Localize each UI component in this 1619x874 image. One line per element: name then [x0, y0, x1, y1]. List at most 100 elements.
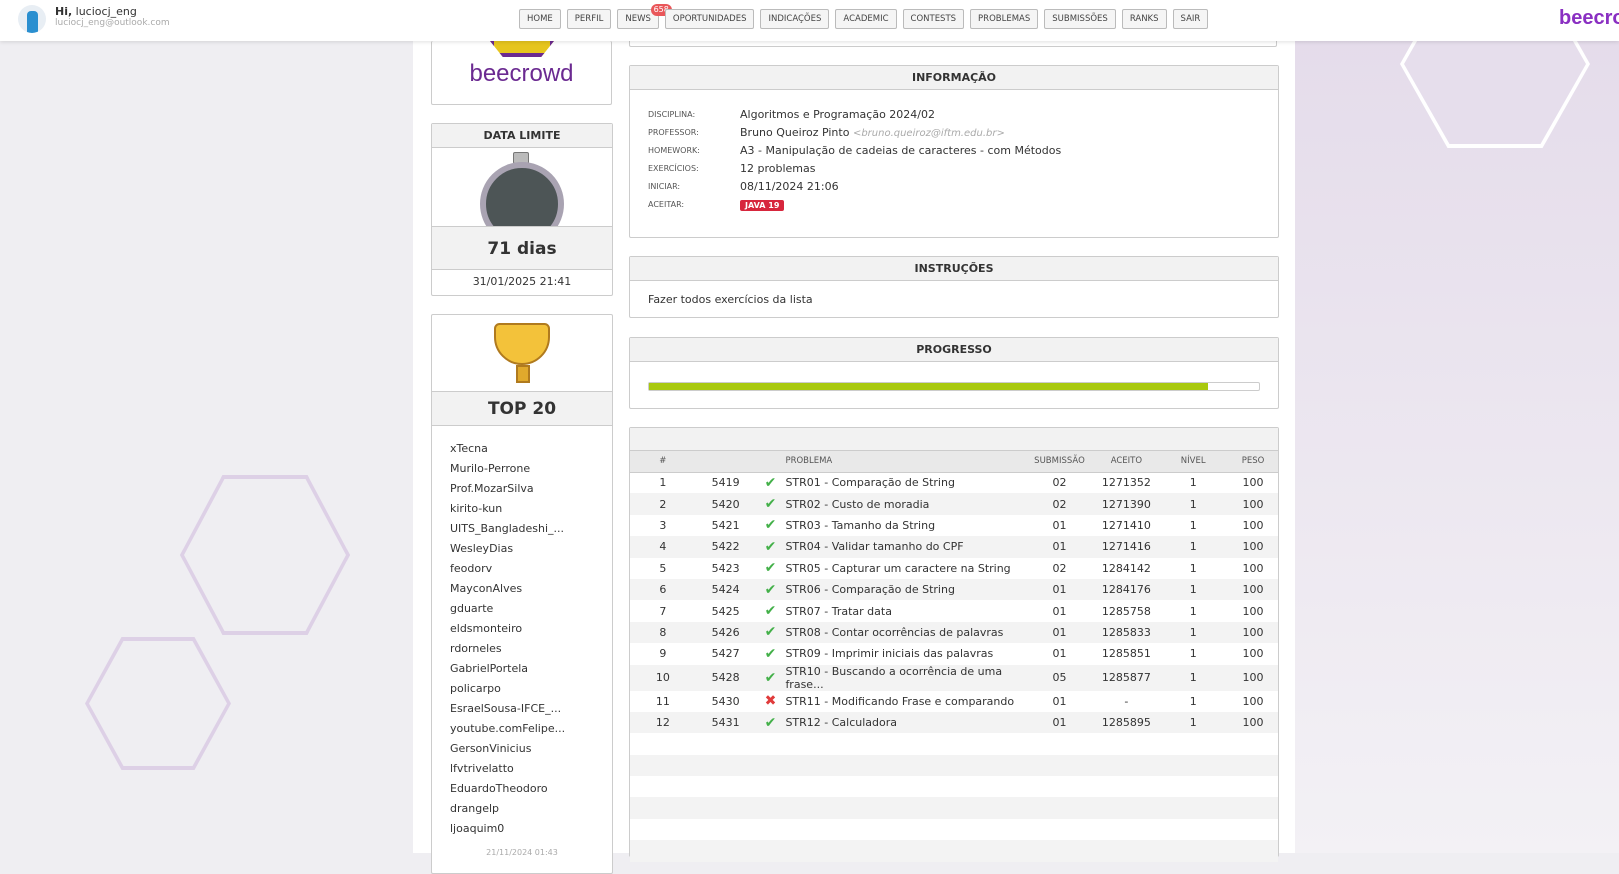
table-row: 1 5419 ✔ STR01 - Comparação de String 02 1271…: [630, 472, 1278, 493]
problem-name[interactable]: STR05 - Capturar um caractere na String: [785, 558, 1024, 579]
top20-user[interactable]: EduardoTheodoro: [450, 782, 612, 802]
top20-user[interactable]: feodorv: [450, 562, 612, 582]
top20-user[interactable]: kirito-kun: [450, 502, 612, 522]
trophy-icon: [432, 315, 612, 391]
problem-id[interactable]: 5430: [696, 691, 756, 712]
accepted-check-icon: ✔: [764, 645, 777, 662]
avatar[interactable]: [18, 5, 46, 33]
top20-user[interactable]: EsraelSousa-IFCE_...: [450, 702, 612, 722]
problem-name[interactable]: STR07 - Tratar data: [785, 600, 1024, 621]
nav-ranks[interactable]: RANKS: [1121, 9, 1167, 29]
weight: 100: [1228, 578, 1278, 601]
problems-box: # PROBLEMA SUBMISSÃO ACEITO NÍVEL PESO 1 5419 ✔ S…: [629, 427, 1279, 862]
problem-id[interactable]: 5431: [695, 711, 756, 734]
top20-user[interactable]: rdorneles: [450, 642, 612, 662]
nav-academic[interactable]: ACADEMIC: [835, 9, 897, 29]
problem-name[interactable]: STR12 - Calculadora: [785, 711, 1025, 734]
problem-name[interactable]: STR08 - Contar ocorrências de palavras: [785, 621, 1025, 644]
accepted-id: 1284142: [1101, 561, 1151, 575]
top20-user[interactable]: Prof.MozarSilva: [450, 482, 612, 502]
top20-user[interactable]: WesleyDias: [450, 542, 612, 562]
accepted-id: 1285833: [1094, 621, 1159, 644]
accepted-id: 1271410: [1101, 518, 1151, 532]
nav-oportunidades[interactable]: OPORTUNIDADES: [664, 9, 755, 29]
nav-contests[interactable]: CONTESTS: [902, 9, 965, 29]
nav-label: SUBMISSÕES: [1052, 14, 1108, 24]
top20-user[interactable]: eldsmonteiro: [450, 622, 612, 642]
problem-id[interactable]: 5424: [695, 578, 756, 601]
deadline-box: DATA LIMITE 71 dias 31/01/2025 21:41: [431, 123, 613, 296]
username[interactable]: luciocj_eng: [76, 5, 137, 18]
nav-label: CONTESTS: [910, 14, 957, 24]
problem-id[interactable]: 5420: [695, 493, 756, 515]
submissions: 01: [1024, 621, 1095, 644]
nav-submissões[interactable]: SUBMISSÕES: [1044, 9, 1116, 29]
nav-news[interactable]: NEWS 658: [617, 4, 672, 29]
info-value: 08/11/2024 21:06: [740, 180, 839, 193]
top20-user[interactable]: GabrielPortela: [450, 662, 612, 682]
brand-logo[interactable]: beecrowd: [1559, 7, 1619, 30]
top20-user[interactable]: GersonVinicius: [450, 742, 612, 762]
nav-label: INDICAÇÕES: [768, 14, 822, 24]
problem-id[interactable]: 5425: [696, 600, 756, 621]
top20-user[interactable]: ljoaquim0: [450, 822, 612, 842]
submissions: 01: [1024, 536, 1095, 558]
top20-user[interactable]: gduarte: [450, 602, 612, 622]
top20-user[interactable]: youtube.comFelipe...: [450, 722, 612, 742]
problem-name[interactable]: STR09 - Imprimir iniciais das palavras: [785, 643, 1024, 664]
top20-user[interactable]: xTecna: [450, 442, 612, 462]
top20-title: TOP 20: [432, 391, 612, 426]
problem-id[interactable]: 5428: [695, 664, 756, 691]
table-row: 4 5422 ✔ STR04 - Validar tamanho do CPF 01 12…: [630, 536, 1278, 558]
weight: 100: [1228, 536, 1278, 558]
row-number: 4: [630, 536, 696, 558]
top20-user[interactable]: policarpo: [450, 682, 612, 702]
progress-box: PROGRESSO: [629, 337, 1279, 409]
submissions: 02: [1052, 561, 1067, 575]
accepted-check-icon: ✔: [764, 603, 777, 620]
empty-row: [630, 754, 1278, 777]
level: 1: [1158, 578, 1229, 601]
table-row: 2 5420 ✔ STR02 - Custo de moradia 02 1271390 1…: [630, 493, 1278, 515]
user-email: luciocj_eng@outlook.com: [55, 18, 170, 28]
submissions: 05: [1024, 664, 1095, 691]
info-value-text: Bruno Queiroz Pinto: [740, 125, 850, 139]
problem-id[interactable]: 5422: [695, 536, 756, 558]
professor-email: <bruno.queiroz@iftm.edu.br>: [852, 127, 1005, 139]
top20-user[interactable]: lfvtrivelatto: [450, 762, 612, 782]
nav-problemas[interactable]: PROBLEMAS: [970, 9, 1039, 29]
problem-name[interactable]: STR04 - Validar tamanho do CPF: [785, 536, 1025, 558]
column-header: [695, 451, 756, 473]
weight: 100: [1228, 493, 1278, 515]
nav-perfil[interactable]: PERFIL: [566, 9, 612, 29]
problem-id[interactable]: 5421: [696, 515, 756, 536]
problem-name[interactable]: STR02 - Custo de moradia: [785, 493, 1025, 515]
problem-name[interactable]: STR03 - Tamanho da String: [785, 515, 1024, 536]
top20-user[interactable]: MayconAlves: [450, 582, 612, 602]
info-value: JAVA 19: [740, 198, 785, 211]
problem-name[interactable]: STR06 - Comparação de String: [785, 578, 1025, 601]
top20-user[interactable]: drangelp: [450, 802, 612, 822]
nav-label: PERFIL: [574, 14, 604, 24]
problem-name[interactable]: STR10 - Buscando a ocorrência de uma fra…: [785, 664, 1025, 691]
submissions: 01: [1052, 604, 1067, 618]
problem-id[interactable]: 5426: [695, 621, 756, 644]
instructions-text: Fazer todos exercícios da lista: [648, 293, 813, 306]
row-number: 8: [630, 621, 696, 644]
row-number: 10: [630, 664, 696, 691]
top20-user[interactable]: UITS_Bangladeshi_...: [450, 522, 612, 542]
problem-id[interactable]: 5423: [696, 558, 756, 579]
top20-user[interactable]: Murilo-Perrone: [450, 462, 612, 482]
nav-home[interactable]: HOME: [519, 9, 561, 29]
submissions: 01: [1052, 518, 1067, 532]
nav-label: RANKS: [1129, 14, 1159, 24]
column-header: #: [630, 451, 696, 473]
problem-id[interactable]: 5427: [696, 643, 756, 664]
problem-name[interactable]: STR11 - Modificando Frase e comparando: [785, 691, 1024, 712]
problem-name[interactable]: STR01 - Comparação de String: [785, 472, 1024, 493]
wrong-x-icon: ✖: [764, 693, 777, 710]
nav-indicações[interactable]: INDICAÇÕES: [760, 9, 830, 29]
row-number: 11: [655, 694, 670, 708]
nav-sair[interactable]: SAIR: [1172, 9, 1209, 29]
problem-id[interactable]: 5419: [696, 472, 756, 493]
